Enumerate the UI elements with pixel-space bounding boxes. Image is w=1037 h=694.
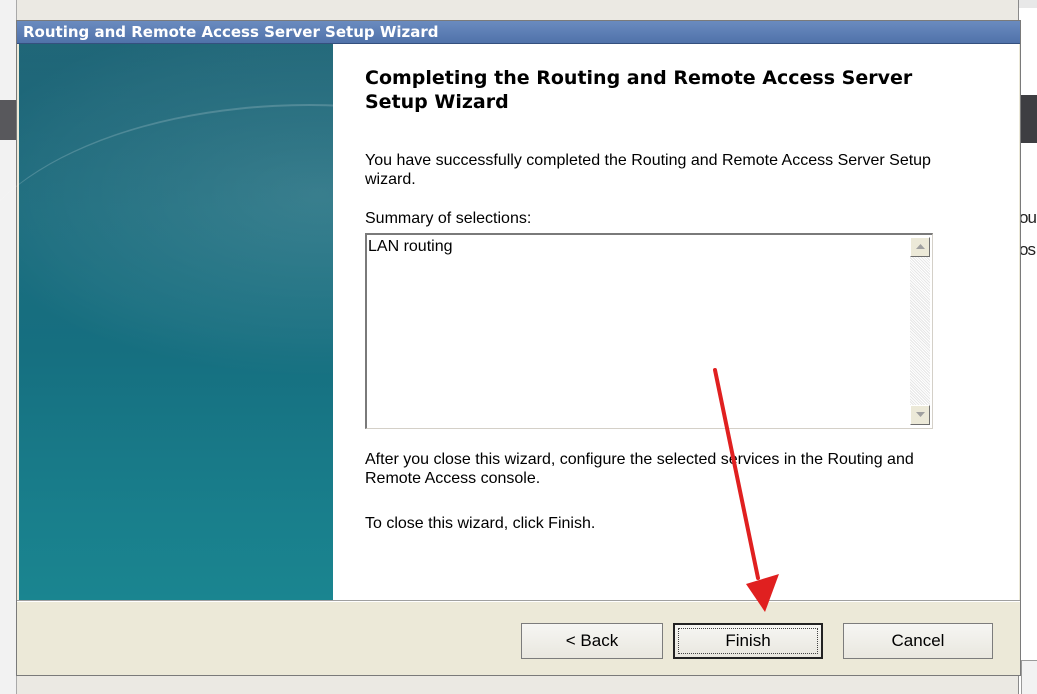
window-title: Routing and Remote Access Server Setup W… xyxy=(23,23,439,41)
setup-wizard-dialog: Routing and Remote Access Server Setup W… xyxy=(0,20,1021,676)
back-button[interactable]: < Back xyxy=(521,623,663,659)
cancel-button[interactable]: Cancel xyxy=(843,623,993,659)
success-message: You have successfully completed the Rout… xyxy=(365,152,931,188)
focus-rectangle xyxy=(678,628,818,654)
background-text-fragment: ou xyxy=(1019,208,1037,227)
wizard-content: Completing the Routing and Remote Access… xyxy=(333,44,1019,600)
summary-item: LAN routing xyxy=(368,238,453,255)
scroll-down-arrow-icon xyxy=(916,412,925,417)
title-bar[interactable]: Routing and Remote Access Server Setup W… xyxy=(17,21,1020,44)
after-close-instructions: After you close this wizard, configure t… xyxy=(365,451,914,487)
background-panel-fragment xyxy=(1021,660,1037,694)
wizard-side-banner xyxy=(0,44,659,600)
background-text-fragment: os xyxy=(1019,240,1036,259)
close-instruction: To close this wizard, click Finish. xyxy=(365,515,596,532)
desktop: ou os Routing and Remote Access Server S… xyxy=(0,0,1037,694)
scroll-up-button[interactable] xyxy=(910,237,930,257)
footer-divider xyxy=(17,600,1020,602)
summary-label: Summary of selections: xyxy=(365,210,532,227)
background-toolbar-strip xyxy=(1019,95,1037,143)
scroll-down-button[interactable] xyxy=(910,405,930,425)
scroll-up-arrow-icon xyxy=(916,244,925,249)
background-toolbar-strip xyxy=(0,100,16,140)
background-top-strip xyxy=(1019,0,1037,8)
page-heading: Completing the Routing and Remote Access… xyxy=(365,67,913,113)
summary-listbox[interactable]: LAN routing xyxy=(365,233,933,429)
finish-button[interactable]: Finish xyxy=(673,623,823,659)
summary-scrollbar[interactable] xyxy=(910,237,930,425)
